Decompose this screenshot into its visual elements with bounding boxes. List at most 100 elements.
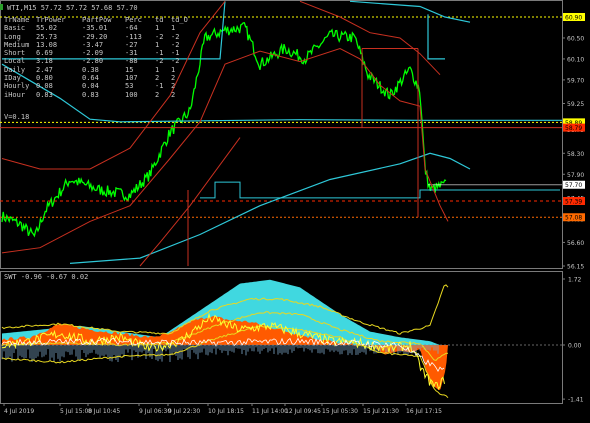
table-row: IDay 0.80 0.64 107 2 2	[4, 74, 187, 82]
table-row: Medium 13.08 -3.47 -27 1 -2	[4, 41, 187, 49]
channel-line	[427, 14, 445, 60]
table-cell: Long	[4, 32, 21, 41]
table-cell: Medium	[4, 40, 30, 49]
table-cell: 55.02	[36, 24, 58, 33]
table-cell: 0.38	[82, 65, 99, 74]
table-cell: 2.47	[36, 65, 53, 74]
price-marker-label: 57.08	[565, 215, 582, 222]
table-cell: 100	[125, 90, 138, 99]
price-marker-label: 57.70	[565, 182, 582, 189]
table-cell: Basic	[4, 24, 26, 33]
price-marker-label: 60.90	[565, 15, 582, 22]
time-label: 8 Jul 10:45	[88, 408, 120, 415]
table-cell: -88	[125, 57, 138, 66]
table-cell: 0.83	[36, 90, 53, 99]
table-cell: -29.20	[82, 32, 108, 41]
table-cell: 2	[171, 74, 176, 83]
table-cell: -2.09	[82, 49, 104, 58]
table-cell: -35.01	[82, 24, 108, 33]
table-cell: PartPow	[82, 16, 112, 24]
table-cell: -2	[171, 40, 180, 49]
time-label: 16 Jul 17:15	[406, 408, 442, 415]
time-label: 10 Jul 18:15	[208, 408, 244, 415]
table-cell: -2.80	[82, 57, 104, 66]
table-cell: 0.08	[36, 82, 53, 91]
table-cell: 2	[155, 90, 160, 99]
price-label: 56.60	[567, 240, 584, 247]
trading-chart[interactable]: 60.9060.5060.1059.7059.2558.7558.3057.90…	[0, 0, 590, 419]
chart-title: WTI,M15 57.72 57.72 57.68 57.70	[7, 4, 138, 12]
table-cell: IDay	[4, 74, 21, 83]
symbol-icon	[0, 4, 3, 10]
table-cell: 3.18	[36, 57, 53, 66]
table-cell: 1	[171, 24, 176, 33]
table-cell: 1	[155, 65, 160, 74]
table-cell: td_O	[171, 16, 188, 24]
table-cell: 2	[171, 90, 176, 99]
table-cell: -2	[171, 57, 180, 66]
table-cell: 13.08	[36, 40, 58, 49]
price-marker-label: 58.79	[565, 125, 582, 132]
table-cell: 15	[125, 65, 134, 74]
time-label: 11 Jul 14:00	[252, 408, 288, 415]
table-cell: 1	[171, 65, 176, 74]
time-label: 4 Jul 2019	[4, 408, 34, 415]
table-cell: -1	[171, 49, 180, 58]
time-label: 12 Jul 09:45	[285, 408, 321, 415]
envelope-line	[299, 0, 441, 76]
table-row: Basic 55.02 -35.01 -64 1 1	[4, 24, 187, 32]
time-label: 15 Jul 21:30	[363, 408, 399, 415]
table-cell: -2	[155, 57, 164, 66]
table-cell: -2	[155, 32, 164, 41]
price-marker-label: 57.39	[565, 198, 582, 205]
time-label: 15 Jul 05:30	[322, 408, 358, 415]
table-cell: 0.80	[36, 74, 53, 83]
price-label: 60.50	[567, 35, 584, 42]
volume-label: V=0.18	[4, 113, 30, 121]
table-header: TrName TrPower PartPow Perc td td_O	[4, 16, 188, 24]
price-label: 59.25	[567, 101, 584, 108]
channel-line	[349, 0, 471, 23]
table-cell: -31	[125, 49, 138, 58]
table-cell: TrPower	[36, 16, 66, 24]
table-cell: -113	[125, 32, 142, 41]
price-label: 58.30	[567, 151, 584, 158]
price-label: 56.15	[567, 264, 584, 271]
table-cell: 2	[171, 82, 176, 91]
table-cell: Local	[4, 57, 26, 66]
table-cell: -3.47	[82, 40, 104, 49]
table-cell: Short	[4, 49, 26, 58]
table-cell: -27	[125, 40, 138, 49]
table-cell: -1	[155, 49, 164, 58]
level-label: -1.41	[568, 397, 584, 404]
oscillator-pane	[0, 279, 562, 399]
table-cell: 0.04	[82, 82, 99, 91]
table-row: Daily 2.47 0.38 15 1 1	[4, 66, 187, 74]
table-cell: 53	[125, 82, 134, 91]
table-cell: 1	[155, 40, 160, 49]
table-cell: 25.73	[36, 32, 58, 41]
table-cell: Perc	[125, 16, 142, 24]
price-axis: 60.9060.5060.1059.7059.2558.7558.3057.90…	[562, 13, 585, 404]
table-cell: td	[155, 16, 164, 24]
table-row: Long 25.73 -29.20 -113 -2 -2	[4, 33, 187, 41]
time-label: 9 Jul 22:30	[168, 408, 200, 415]
level-label: 1.72	[568, 277, 582, 284]
time-axis: 4 Jul 2019 5 Jul 15:008 Jul 10:45 9 Jul 06…	[3, 403, 442, 415]
oscillator-title: SWT -0.96 -0.67 0.02	[4, 273, 89, 281]
table-cell: 2	[155, 74, 160, 83]
price-label: 59.70	[567, 77, 584, 84]
price-label: 60.10	[567, 56, 584, 63]
table-cell: 0.83	[82, 90, 99, 99]
channel-line	[69, 152, 471, 264]
table-row: iHour 0.83 0.83 100 2 2	[4, 91, 187, 99]
time-label: 9 Jul 06:30	[139, 408, 171, 415]
table-row: Local 3.18 -2.80 -88 -2 -2	[4, 57, 187, 65]
table-cell: 107	[125, 74, 138, 83]
table-cell: -64	[125, 24, 138, 33]
price-label: 57.90	[567, 172, 584, 179]
level-label: 0.00	[568, 343, 582, 350]
table-cell: Hourly	[4, 82, 30, 91]
table-cell: 0.64	[82, 74, 99, 83]
table-cell: -2	[171, 32, 180, 41]
